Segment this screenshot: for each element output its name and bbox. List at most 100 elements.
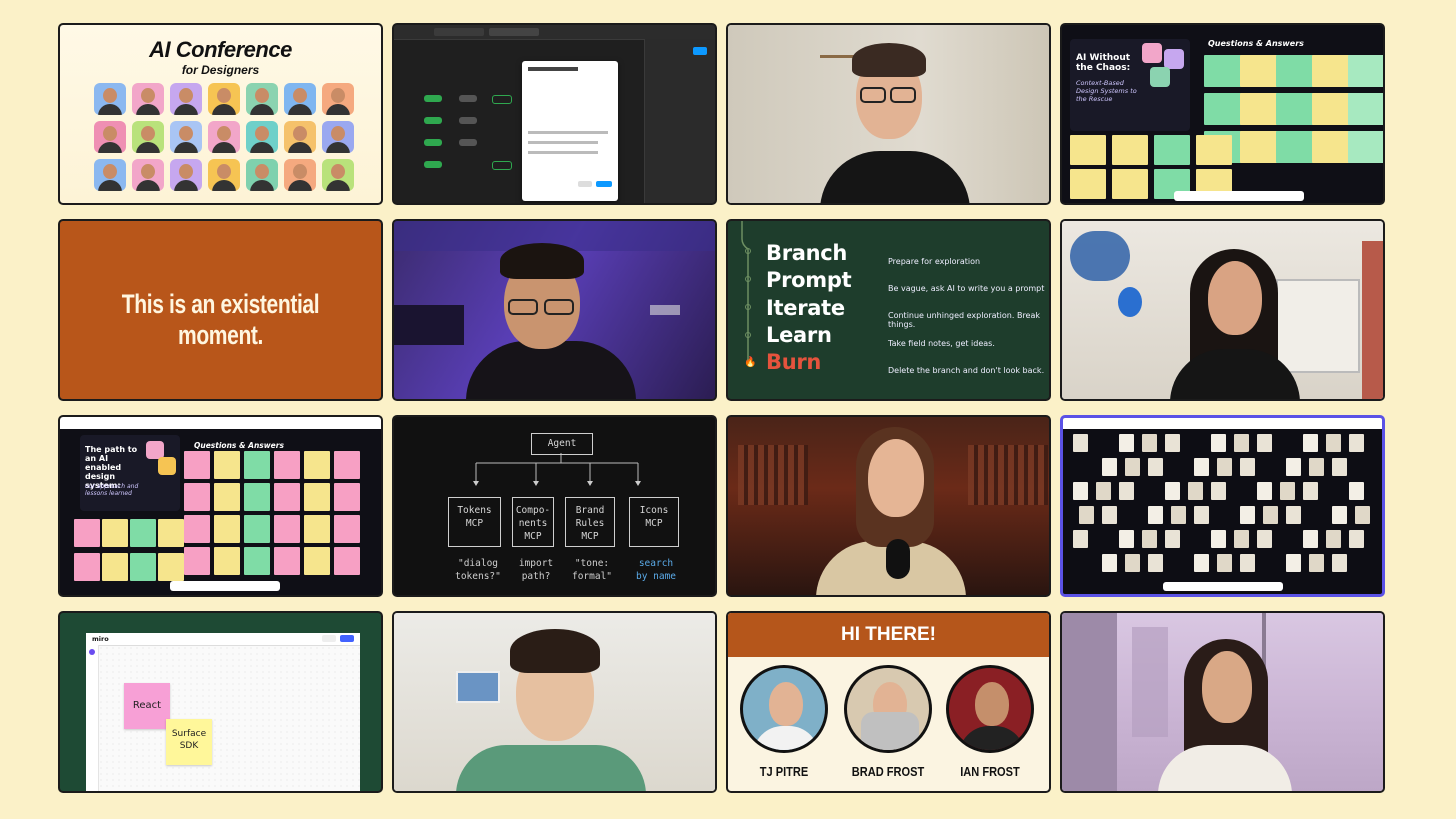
tile-qa-board[interactable]: AI Without the Chaos: Context-Based Desi… (1060, 23, 1385, 205)
board-toolbar[interactable] (1163, 582, 1283, 591)
question-sticky[interactable] (184, 451, 210, 479)
participant-photo[interactable] (1240, 506, 1255, 524)
participant-photo[interactable] (1125, 458, 1140, 476)
question-sticky[interactable] (214, 451, 240, 479)
question-sticky[interactable] (1348, 131, 1383, 163)
participant-photo[interactable] (1073, 482, 1088, 500)
participant-photo[interactable] (1326, 530, 1341, 548)
participant-photo[interactable] (1148, 458, 1163, 476)
participant-photo[interactable] (1349, 530, 1364, 548)
share-button[interactable] (693, 47, 707, 55)
question-sticky[interactable] (304, 451, 330, 479)
participant-photo[interactable] (1240, 554, 1255, 572)
tile-hi-there-slide[interactable]: HI THERE! TJ PITRE BRAD FROST IAN FROST (726, 611, 1051, 793)
question-sticky[interactable] (244, 547, 270, 575)
question-sticky[interactable] (184, 515, 210, 543)
question-sticky[interactable] (1070, 169, 1106, 199)
question-sticky[interactable] (158, 553, 184, 581)
question-sticky[interactable] (1240, 131, 1278, 163)
participant-photo[interactable] (1125, 554, 1140, 572)
tile-agent-diagram[interactable]: Agent Tokens MCP Compo-nents MCP Brand Rule… (392, 415, 717, 597)
board-toolbar[interactable] (1174, 191, 1304, 201)
question-sticky[interactable] (102, 553, 128, 581)
participant-photo[interactable] (1332, 554, 1347, 572)
participant-photo[interactable] (1309, 458, 1324, 476)
participant-photo[interactable] (1148, 506, 1163, 524)
participant-photo[interactable] (1234, 530, 1249, 548)
participant-photo[interactable] (1079, 506, 1094, 524)
participant-photo[interactable] (1332, 458, 1347, 476)
question-sticky[interactable] (184, 547, 210, 575)
participant-photo[interactable] (1257, 530, 1272, 548)
participant-photo[interactable] (1073, 434, 1088, 452)
question-sticky[interactable] (274, 547, 300, 575)
participant-photo[interactable] (1096, 482, 1111, 500)
question-sticky[interactable] (334, 483, 360, 511)
question-sticky[interactable] (1240, 55, 1278, 87)
question-sticky[interactable] (304, 547, 330, 575)
question-sticky[interactable] (334, 451, 360, 479)
participant-photo[interactable] (1073, 530, 1088, 548)
question-sticky[interactable] (244, 515, 270, 543)
question-sticky[interactable] (158, 519, 184, 547)
share-button[interactable] (340, 635, 354, 642)
question-sticky[interactable] (1312, 55, 1350, 87)
participant-photo[interactable] (1211, 434, 1226, 452)
sticky-note-surface-sdk[interactable]: Surface SDK (166, 719, 212, 765)
question-sticky[interactable] (102, 519, 128, 547)
question-sticky[interactable] (274, 483, 300, 511)
question-sticky[interactable] (304, 483, 330, 511)
question-sticky[interactable] (1312, 131, 1350, 163)
question-sticky[interactable] (1348, 55, 1383, 87)
question-sticky[interactable] (214, 547, 240, 575)
participant-photo[interactable] (1102, 554, 1117, 572)
tile-conference-title[interactable]: AI Conference for Designers (58, 23, 383, 205)
participant-photo[interactable] (1188, 482, 1203, 500)
question-sticky[interactable] (1204, 93, 1242, 125)
tile-participant-window[interactable] (1060, 611, 1385, 793)
participant-photo[interactable] (1309, 554, 1324, 572)
question-sticky[interactable] (334, 547, 360, 575)
question-sticky[interactable] (304, 515, 330, 543)
participant-photo[interactable] (1194, 554, 1209, 572)
board-toolbar[interactable] (170, 581, 280, 591)
question-sticky[interactable] (1070, 135, 1106, 165)
participant-photo[interactable] (1165, 530, 1180, 548)
participant-photo[interactable] (1211, 530, 1226, 548)
participant-photo[interactable] (1303, 530, 1318, 548)
miro-window[interactable]: miro React Surface SDK (86, 633, 360, 791)
question-sticky[interactable] (184, 483, 210, 511)
question-sticky[interactable] (1276, 93, 1314, 125)
participant-photo[interactable] (1349, 482, 1364, 500)
participant-photo[interactable] (1332, 506, 1347, 524)
participant-photo[interactable] (1257, 434, 1272, 452)
question-sticky[interactable] (274, 515, 300, 543)
participant-photo[interactable] (1240, 458, 1255, 476)
participant-photo[interactable] (1165, 434, 1180, 452)
question-sticky[interactable] (130, 553, 156, 581)
participant-photo[interactable] (1349, 434, 1364, 452)
participant-photo[interactable] (1148, 554, 1163, 572)
participant-photo[interactable] (1286, 458, 1301, 476)
participant-photo[interactable] (1142, 530, 1157, 548)
question-sticky[interactable] (244, 483, 270, 511)
participant-photo[interactable] (1102, 458, 1117, 476)
participant-photo[interactable] (1355, 506, 1370, 524)
question-sticky[interactable] (214, 483, 240, 511)
participant-photo[interactable] (1217, 458, 1232, 476)
question-sticky[interactable] (74, 553, 100, 581)
participant-photo[interactable] (1194, 506, 1209, 524)
figma-tab[interactable] (434, 28, 484, 36)
tile-workflow-slide[interactable]: 🔥 Branch Prompt Iterate Learn Burn Prepa… (726, 219, 1051, 401)
question-sticky[interactable] (334, 515, 360, 543)
participant-photo[interactable] (1303, 482, 1318, 500)
fix-all-tokens-dialog[interactable] (522, 61, 618, 201)
participant-photo[interactable] (1142, 434, 1157, 452)
tile-quote-slide[interactable]: This is an existential moment. (58, 219, 383, 401)
question-sticky[interactable] (274, 451, 300, 479)
question-sticky[interactable] (74, 519, 100, 547)
question-sticky[interactable] (1276, 131, 1314, 163)
question-sticky[interactable] (244, 451, 270, 479)
participant-photo[interactable] (1303, 434, 1318, 452)
question-sticky[interactable] (1154, 135, 1190, 165)
